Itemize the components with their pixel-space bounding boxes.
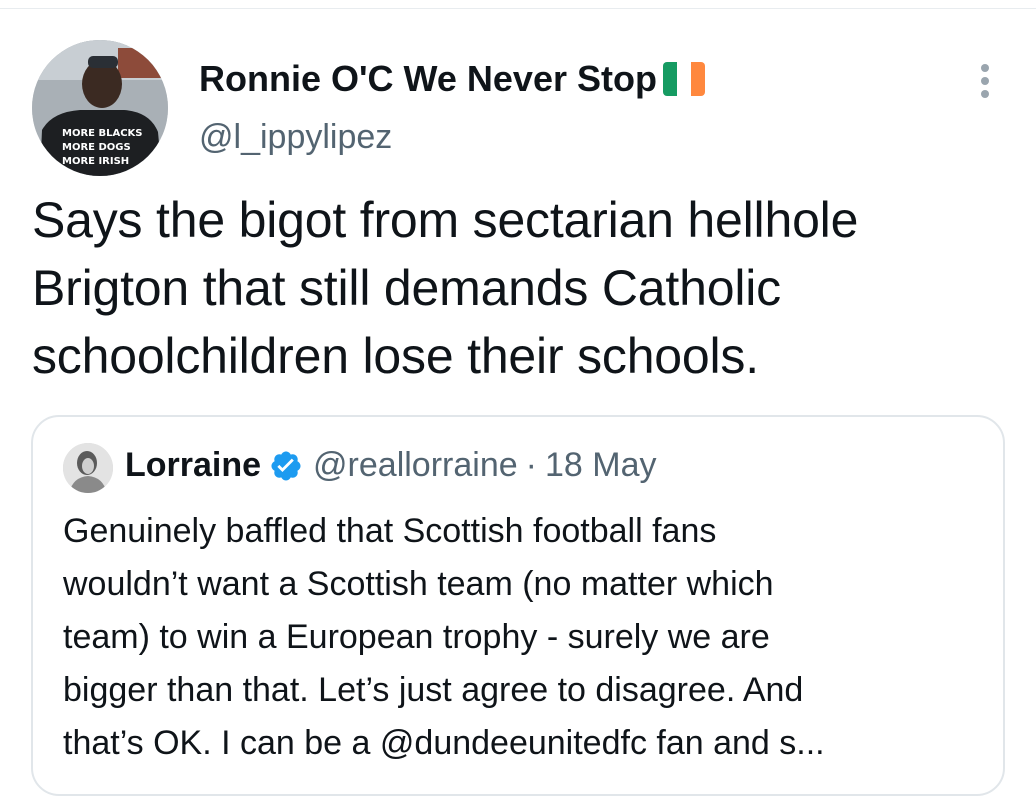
- tweet: MORE BLACKS MORE DOGS MORE IRISH Ronnie …: [0, 0, 1036, 800]
- quoted-text-line: team) to win a European trophy - surely …: [63, 618, 770, 656]
- author-name-text[interactable]: Ronnie O'C We Never Stop: [199, 58, 657, 100]
- quoted-author-avatar[interactable]: [63, 443, 113, 493]
- quoted-text-line: bigger than that. Let’s just agree to di…: [63, 671, 804, 709]
- more-options-button[interactable]: [970, 60, 1000, 102]
- author-name[interactable]: Ronnie O'C We Never Stop: [199, 58, 705, 100]
- quoted-text-line: that’s OK. I can be a @dundeeunitedfc fa…: [63, 724, 825, 762]
- more-vertical-icon: [981, 64, 989, 98]
- header-separator: ·: [525, 446, 537, 484]
- quoted-avatar-photo: [63, 443, 113, 493]
- quoted-text-line: wouldn’t want a Scottish team (no matter…: [63, 565, 774, 603]
- tweet-text-line: Says the bigot from sectarian hellhole: [32, 192, 859, 248]
- quoted-tweet-card[interactable]: Lorraine @reallorraine · 18 May Genuinel…: [31, 415, 1005, 796]
- verified-badge-icon: [271, 450, 301, 481]
- author-handle[interactable]: @l_ippylipez: [199, 118, 392, 157]
- ireland-flag-icon: [662, 62, 705, 96]
- quoted-tweet-text: Genuinely baffled that Scottish football…: [63, 505, 983, 770]
- quoted-author-handle[interactable]: @reallorraine: [313, 446, 518, 485]
- tweet-text-line: schoolchildren lose their schools.: [32, 328, 759, 384]
- quoted-tweet-date[interactable]: 18 May: [545, 446, 657, 485]
- tweet-text: Says the bigot from sectarian hellhole B…: [32, 186, 1012, 390]
- quoted-tweet-header: Lorraine @reallorraine · 18 May: [125, 446, 656, 485]
- quoted-author-name[interactable]: Lorraine: [125, 446, 261, 485]
- shirt-text-line-3: MORE IRISH: [62, 156, 129, 167]
- author-avatar[interactable]: MORE BLACKS MORE DOGS MORE IRISH: [32, 40, 168, 176]
- quoted-text-line: Genuinely baffled that Scottish football…: [63, 512, 717, 550]
- shirt-text-line-1: MORE BLACKS: [62, 128, 143, 139]
- tweet-text-line: Brigton that still demands Catholic: [32, 260, 781, 316]
- shirt-text-line-2: MORE DOGS: [62, 142, 131, 153]
- avatar-photo: MORE BLACKS MORE DOGS MORE IRISH: [32, 40, 168, 176]
